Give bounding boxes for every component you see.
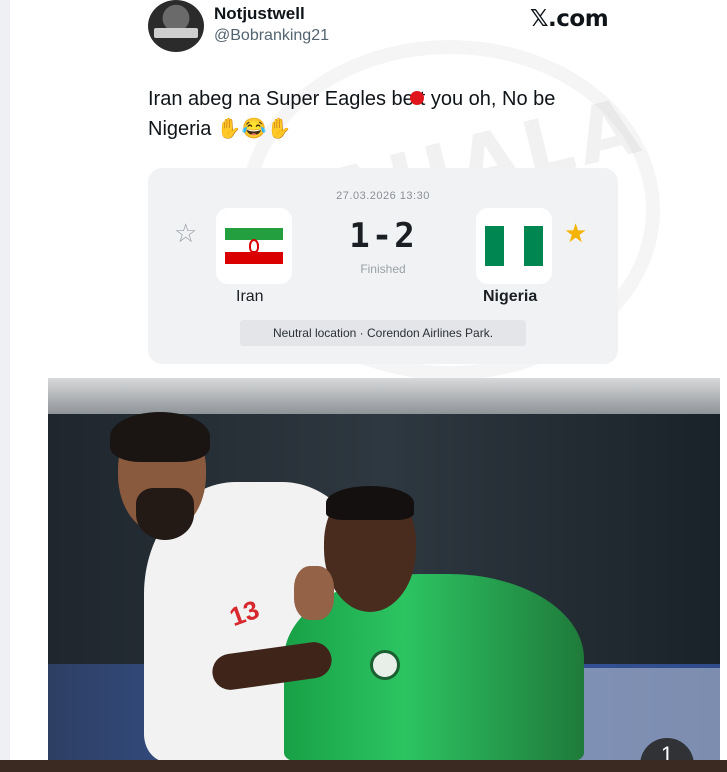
tweet-header: Notjustwell @Bobranking21 𝕏.com — [148, 0, 618, 56]
red-dot-marker — [409, 90, 424, 105]
iran-player-hair — [110, 412, 210, 462]
match-photo[interactable]: 13 — [48, 378, 720, 762]
bottom-strip — [0, 760, 727, 772]
match-datetime: 27.03.2026 13:30 — [336, 190, 430, 202]
tweet-text: Iran abeg na Super Eagles be t you oh, No… — [148, 84, 618, 144]
home-team-name: Iran — [236, 288, 264, 305]
user-handle[interactable]: @Bobranking21 — [214, 27, 329, 45]
left-gutter — [0, 0, 10, 772]
away-team-flag — [476, 208, 552, 284]
tweet-emoji: ✋😂✋ — [216, 118, 292, 140]
away-favorite-star-icon[interactable]: ★ — [564, 218, 587, 249]
display-name[interactable]: Notjustwell — [214, 4, 305, 24]
nigeria-flag-icon — [485, 226, 543, 266]
photo-ad-board-light — [568, 668, 720, 762]
nigeria-crest-icon — [370, 650, 400, 680]
avatar[interactable] — [148, 0, 204, 52]
tweet-text-line2: Nigeria — [148, 118, 212, 140]
tweet-text-part1: Iran abeg na Super Eagles be — [148, 88, 414, 110]
iran-player-beard — [136, 488, 194, 540]
tweet-text-part2: t you oh, No be — [419, 88, 556, 110]
x-logo-label: 𝕏.com — [530, 6, 609, 32]
iran-player-hand — [294, 566, 334, 620]
away-team-name: Nigeria — [483, 288, 538, 305]
match-venue: Neutral location · Corendon Airlines Par… — [240, 320, 526, 346]
photo-stand — [48, 378, 720, 414]
match-score-card: 27.03.2026 13:30 ☆ 1-2 Finished ★ Iran N… — [148, 168, 618, 364]
nigeria-player-hair — [326, 486, 414, 520]
